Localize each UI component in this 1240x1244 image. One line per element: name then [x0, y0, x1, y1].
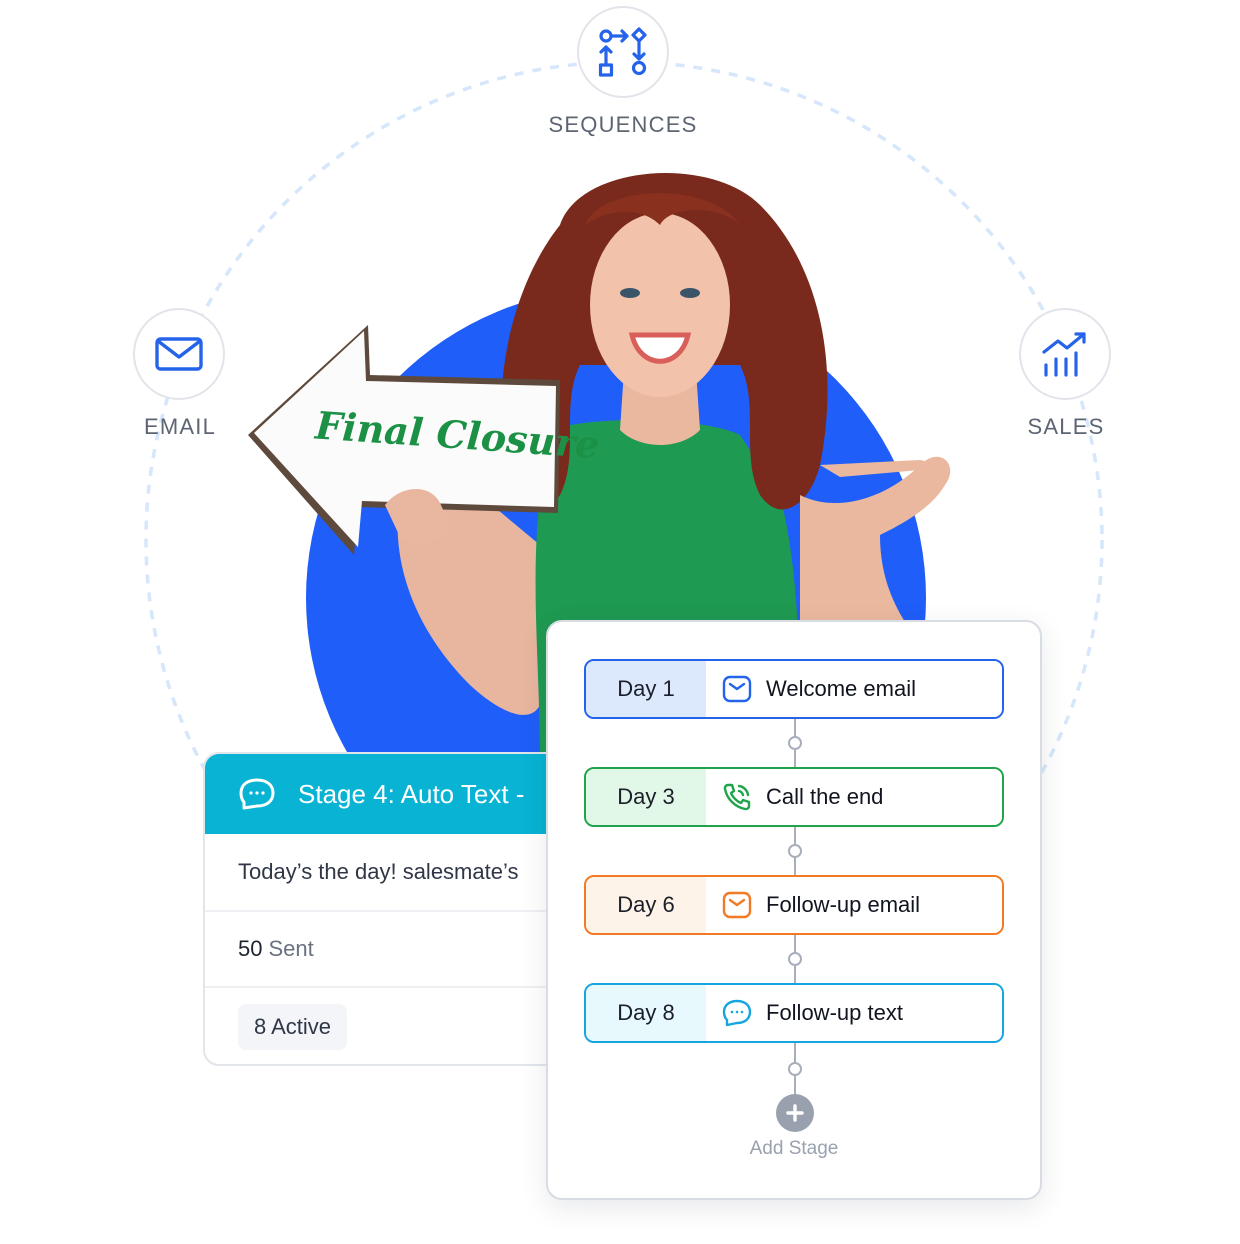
- step-label: Follow-up email: [766, 892, 921, 917]
- sequences-label: SEQUENCES: [548, 112, 698, 137]
- sent-count: 50: [238, 936, 263, 961]
- chat-bubble-icon: [239, 778, 275, 810]
- step-label: Welcome email: [766, 676, 916, 701]
- step-label: Call the end: [766, 784, 884, 809]
- sequence-step-day-6[interactable]: Day 6 Follow-up email: [584, 875, 1004, 935]
- stage-title: Stage 4: Auto Text -: [298, 778, 525, 809]
- active-badge[interactable]: 8 Active: [238, 1004, 348, 1050]
- email-node[interactable]: [133, 308, 225, 400]
- sequences-node[interactable]: [577, 6, 669, 98]
- step-day: Day 6: [586, 877, 706, 933]
- right-eye: [680, 288, 700, 298]
- sent-label: Sent: [268, 936, 314, 961]
- sequence-step-day-1[interactable]: Day 1 Welcome email: [584, 659, 1004, 719]
- phone-call-icon: [722, 782, 752, 812]
- connector-dot: [788, 844, 802, 858]
- sequence-step-day-3[interactable]: Day 3 Call the end: [584, 767, 1004, 827]
- step-day: Day 3: [586, 769, 706, 825]
- connector-dot: [788, 952, 802, 966]
- plus-icon: [786, 1104, 804, 1122]
- stage-message-preview: Today’s the day! salesmate’s: [238, 859, 519, 884]
- add-stage-label[interactable]: Add Stage: [548, 1138, 1040, 1160]
- envelope-icon: [722, 674, 752, 704]
- connector-dot: [788, 1062, 802, 1076]
- step-label: Follow-up text: [766, 1000, 903, 1025]
- sequence-panel: Day 1 Welcome email Day 3 Call the end D…: [546, 620, 1042, 1200]
- step-day: Day 8: [586, 985, 706, 1041]
- chat-bubble-icon: [722, 998, 752, 1028]
- add-stage-button[interactable]: [776, 1094, 814, 1132]
- envelope-icon: [155, 337, 203, 371]
- connector-dot: [788, 736, 802, 750]
- sales-growth-chart-icon: [1042, 332, 1086, 377]
- face: [590, 213, 730, 397]
- sequences-flow-icon: [598, 27, 647, 77]
- step-day: Day 1: [586, 661, 706, 717]
- sequence-step-day-8[interactable]: Day 8 Follow-up text: [584, 983, 1004, 1043]
- sales-node[interactable]: [1019, 308, 1111, 400]
- envelope-icon: [722, 890, 752, 920]
- left-eye: [620, 288, 640, 298]
